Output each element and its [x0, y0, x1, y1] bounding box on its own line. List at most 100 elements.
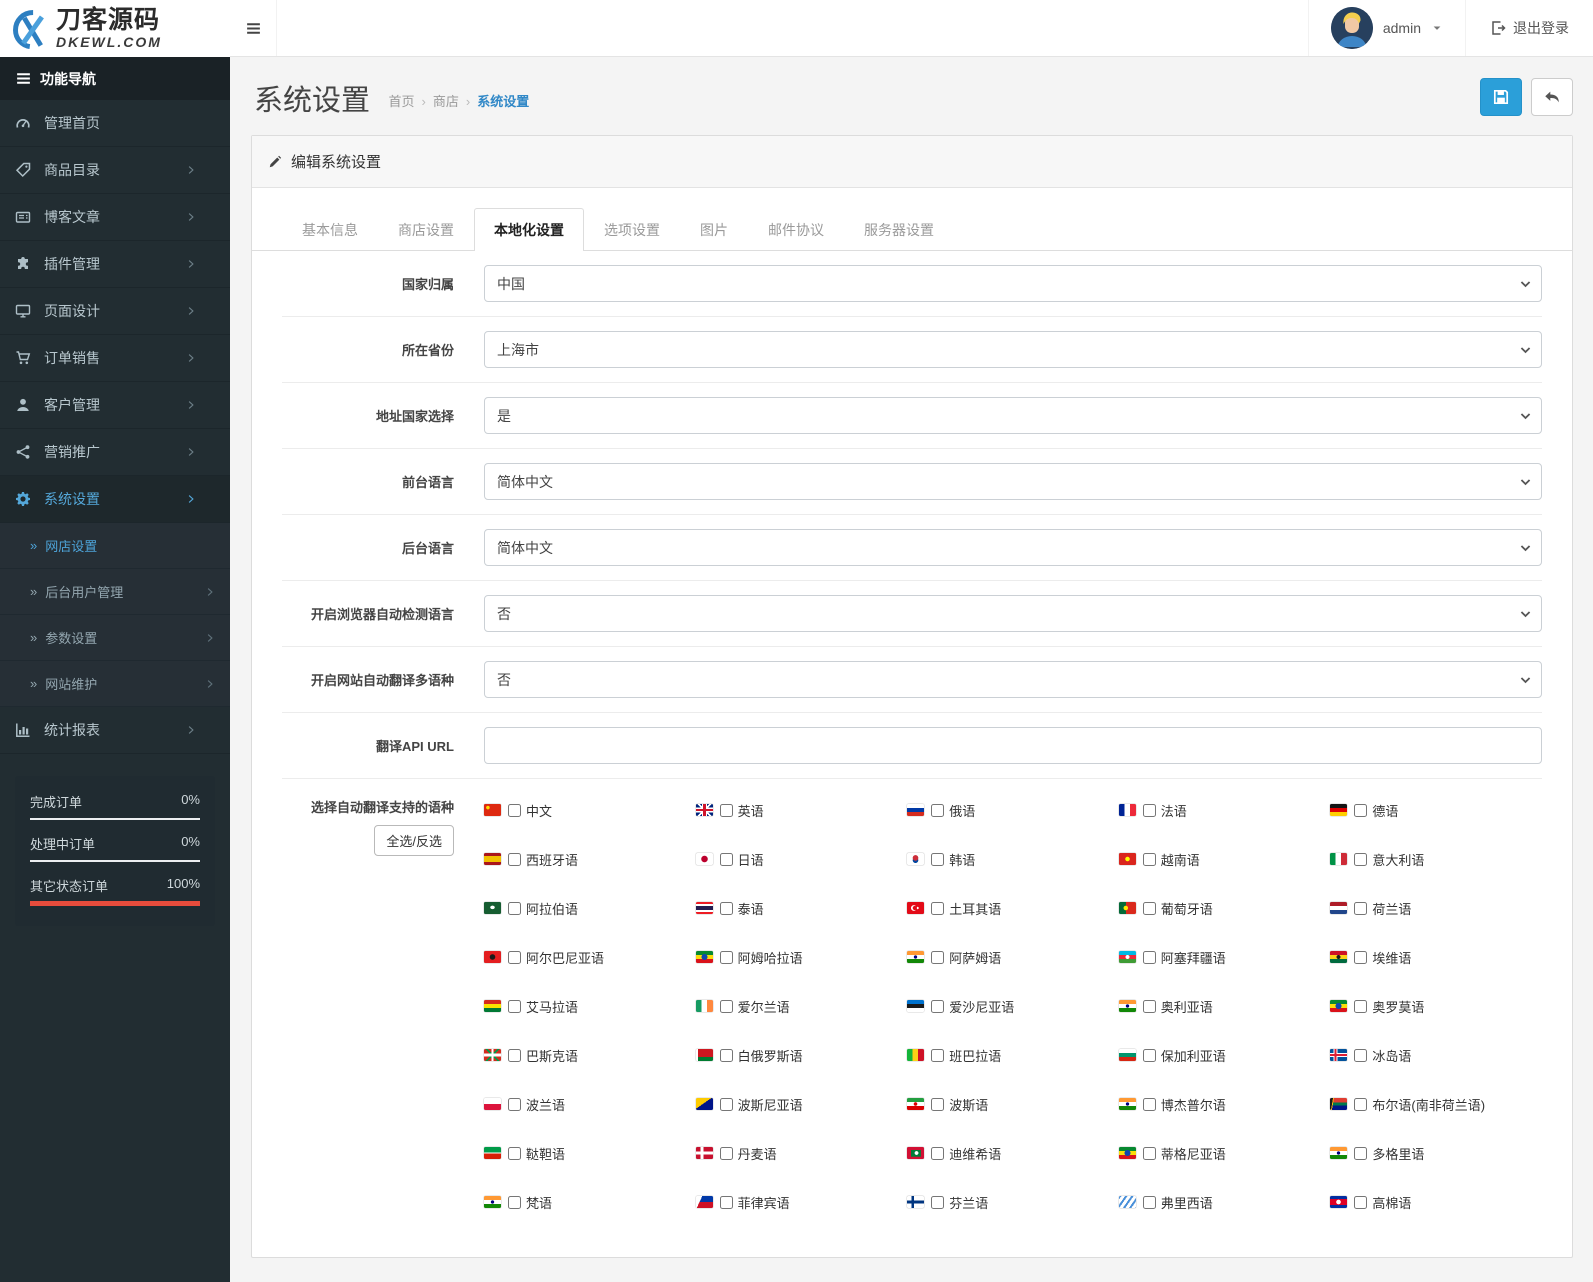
sidebar-item-label: 商品目录	[44, 162, 100, 178]
language-checkbox-27[interactable]	[931, 1048, 945, 1062]
sidebar-item-chart[interactable]: 统计报表	[0, 707, 230, 754]
language-checkbox-22[interactable]	[931, 999, 945, 1013]
language-checkbox-0[interactable]	[508, 803, 521, 817]
language-checkbox-41[interactable]	[719, 1195, 733, 1209]
admin-language-select[interactable]: 简体中文	[484, 529, 1542, 566]
newspaper-icon	[15, 209, 35, 225]
language-checkbox-10[interactable]	[508, 901, 521, 915]
language-checkbox-28[interactable]	[1142, 1048, 1156, 1062]
tab-3[interactable]: 选项设置	[584, 208, 680, 251]
country-select[interactable]: 中国	[484, 265, 1542, 302]
language-checkbox-2[interactable]	[931, 803, 945, 817]
flag-is-icon	[1330, 1049, 1348, 1061]
language-option: 弗里西语	[1118, 1191, 1331, 1213]
sidebar-item-user[interactable]: 客户管理	[0, 382, 230, 429]
language-option: 冰岛语	[1330, 1044, 1542, 1066]
language-checkbox-39[interactable]	[1354, 1146, 1368, 1160]
sidebar-item-desktop[interactable]: 页面设计	[0, 288, 230, 335]
logout-button[interactable]: 退出登录	[1465, 0, 1575, 56]
language-label: 艾马拉语	[526, 999, 579, 1015]
submenu-item-3[interactable]: » 网站维护	[0, 661, 230, 707]
tab-5[interactable]: 邮件协议	[748, 208, 844, 251]
sidebar-item-puzzle[interactable]: 插件管理	[0, 241, 230, 288]
submenu-item-2[interactable]: » 参数设置	[0, 615, 230, 661]
sidebar-item-share[interactable]: 营销推广	[0, 429, 230, 476]
sidebar-item-label: 营销推广	[44, 444, 100, 460]
brand-logo: 刀客源码 DKEWL.COM	[0, 0, 230, 57]
sidebar-item-tags[interactable]: 商品目录	[0, 147, 230, 194]
field-label: 开启网站自动翻译多语种	[310, 673, 454, 688]
language-checkbox-32[interactable]	[931, 1097, 945, 1111]
language-checkbox-37[interactable]	[931, 1146, 945, 1160]
language-checkbox-12[interactable]	[931, 901, 945, 915]
language-checkbox-42[interactable]	[931, 1195, 945, 1209]
language-option: 阿塞拜疆语	[1118, 946, 1331, 968]
language-checkbox-18[interactable]	[1142, 950, 1156, 964]
language-label: 班巴拉语	[949, 1048, 1002, 1064]
breadcrumb-item[interactable]: 首页	[388, 94, 414, 109]
language-checkbox-34[interactable]	[1354, 1097, 1368, 1111]
translate-api-url-input[interactable]	[484, 727, 1542, 764]
language-checkbox-30[interactable]	[508, 1097, 521, 1111]
auto-translate-select[interactable]: 否	[484, 661, 1542, 698]
address-country-select[interactable]: 是	[484, 397, 1542, 434]
chart-icon	[15, 722, 35, 738]
tab-2[interactable]: 本地化设置	[474, 208, 584, 252]
tab-1[interactable]: 商店设置	[378, 208, 474, 251]
language-checkbox-11[interactable]	[719, 901, 733, 915]
language-label: 布尔语(南非荷兰语)	[1372, 1097, 1486, 1113]
zone-select[interactable]: 上海市	[484, 331, 1542, 368]
back-button[interactable]	[1531, 78, 1573, 116]
language-checkbox-5[interactable]	[508, 852, 521, 866]
language-checkbox-38[interactable]	[1142, 1146, 1156, 1160]
breadcrumb-item[interactable]: 商店	[433, 94, 459, 109]
language-checkbox-3[interactable]	[1142, 803, 1156, 817]
language-checkbox-44[interactable]	[1354, 1195, 1368, 1209]
sidebar-toggle-button[interactable]	[230, 0, 277, 56]
language-checkbox-4[interactable]	[1354, 803, 1368, 817]
language-checkbox-17[interactable]	[931, 950, 945, 964]
language-checkbox-40[interactable]	[508, 1195, 521, 1209]
user-menu[interactable]: admin	[1307, 0, 1465, 56]
select-all-toggle-button[interactable]: 全选/反选	[374, 825, 454, 856]
language-checkbox-26[interactable]	[719, 1048, 733, 1062]
language-checkbox-31[interactable]	[719, 1097, 733, 1111]
stat-row: 其它状态订单 100%	[30, 876, 200, 906]
tab-4[interactable]: 图片	[680, 208, 748, 251]
language-checkbox-33[interactable]	[1142, 1097, 1156, 1111]
language-checkbox-24[interactable]	[1354, 999, 1368, 1013]
language-checkbox-29[interactable]	[1354, 1048, 1368, 1062]
submenu-item-1[interactable]: » 后台用户管理	[0, 569, 230, 615]
language-checkbox-14[interactable]	[1354, 901, 1368, 915]
language-option: 奥利亚语	[1118, 995, 1331, 1017]
sidebar-item-gear[interactable]: 系统设置	[0, 476, 230, 523]
language-checkbox-6[interactable]	[719, 852, 733, 866]
language-checkbox-9[interactable]	[1354, 852, 1368, 866]
sidebar-item-cart[interactable]: 订单销售	[0, 335, 230, 382]
language-checkbox-35[interactable]	[508, 1146, 521, 1160]
language-checkbox-21[interactable]	[719, 999, 733, 1013]
stat-label: 处理中订单	[30, 837, 96, 852]
sidebar-item-dashboard[interactable]: 管理首页	[0, 100, 230, 147]
language-checkbox-43[interactable]	[1142, 1195, 1156, 1209]
frontend-language-select[interactable]: 简体中文	[484, 463, 1542, 500]
flag-fy-icon	[1118, 1196, 1136, 1208]
language-checkbox-7[interactable]	[931, 852, 945, 866]
language-checkbox-16[interactable]	[719, 950, 733, 964]
language-checkbox-23[interactable]	[1142, 999, 1156, 1013]
language-checkbox-36[interactable]	[719, 1146, 733, 1160]
sidebar-item-label: 订单销售	[44, 350, 100, 366]
language-checkbox-19[interactable]	[1354, 950, 1368, 964]
language-checkbox-1[interactable]	[719, 803, 733, 817]
browser-language-detect-select[interactable]: 否	[484, 595, 1542, 632]
save-button[interactable]	[1480, 78, 1522, 116]
language-checkbox-13[interactable]	[1142, 901, 1156, 915]
language-checkbox-25[interactable]	[508, 1048, 521, 1062]
language-checkbox-15[interactable]	[508, 950, 521, 964]
tab-0[interactable]: 基本信息	[282, 208, 378, 251]
language-checkbox-8[interactable]	[1142, 852, 1156, 866]
submenu-item-0[interactable]: » 网店设置	[0, 523, 230, 569]
sidebar-item-newspaper[interactable]: 博客文章	[0, 194, 230, 241]
tab-6[interactable]: 服务器设置	[844, 208, 954, 251]
language-checkbox-20[interactable]	[508, 999, 521, 1013]
